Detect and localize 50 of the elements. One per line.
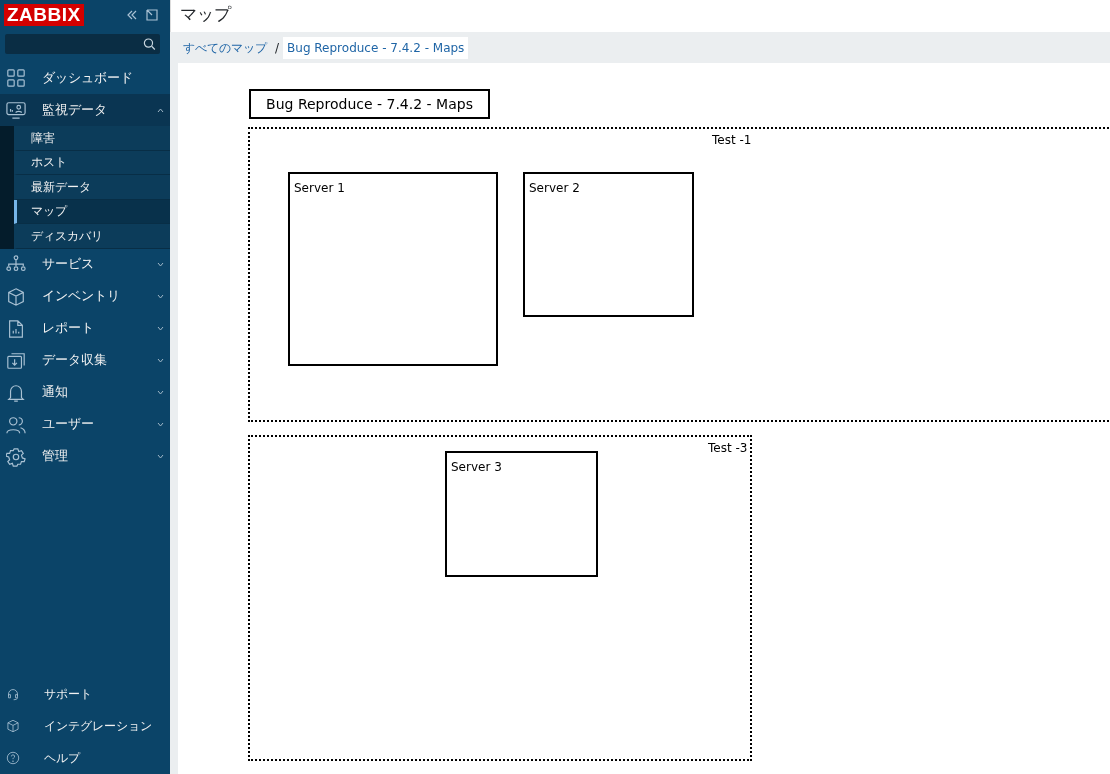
caret-icon — [157, 294, 164, 299]
headset-icon — [6, 687, 20, 701]
caret-icon — [157, 358, 164, 363]
bell-icon — [6, 382, 26, 403]
menu-item[interactable]: インベントリ — [0, 280, 170, 313]
caret-icon — [157, 390, 164, 395]
submenu-item[interactable]: 最新データ — [14, 175, 170, 200]
caret-icon — [157, 262, 164, 267]
report-icon — [6, 318, 26, 339]
menu-item[interactable]: 管理 — [0, 440, 170, 473]
submenu-item[interactable]: 障害 — [14, 126, 170, 151]
menu-item[interactable]: 監視データ — [0, 94, 170, 126]
menu-item[interactable]: ヘルプ — [0, 742, 170, 774]
breadcrumb-link[interactable]: すべてのマップ — [179, 36, 271, 59]
grid-icon — [6, 68, 26, 88]
caret-icon — [157, 454, 164, 459]
caret-icon — [157, 107, 164, 113]
caret-icon — [157, 422, 164, 427]
cube-icon — [6, 719, 20, 733]
cube-icon — [6, 286, 26, 307]
caret-icon — [157, 326, 164, 331]
menu-item[interactable]: サービス — [0, 248, 170, 281]
search-field[interactable] — [5, 34, 160, 54]
users-icon — [6, 414, 26, 435]
menu-item[interactable]: インテグレーション — [0, 710, 170, 742]
monitor-icon — [6, 100, 26, 120]
submenu-item[interactable]: ディスカバリ — [14, 224, 170, 249]
host-label: Server 3 — [451, 460, 502, 474]
breadcrumb-separator: / — [275, 39, 280, 57]
download-icon — [6, 350, 26, 371]
settings-icon — [6, 446, 26, 467]
submenu-item[interactable]: ホスト — [14, 150, 170, 175]
menu-item[interactable]: ダッシュボード — [0, 62, 170, 94]
help-icon — [6, 751, 20, 765]
frame-label: Test -1 — [712, 132, 752, 149]
map-title: Bug Reproduce - 7.4.2 - Maps — [249, 89, 490, 119]
host-label: Server 1 — [294, 181, 345, 195]
menu-item[interactable]: レポート — [0, 312, 170, 345]
frame-label: Test -3 — [708, 440, 748, 457]
collapse-icon[interactable] — [126, 9, 138, 21]
host-label: Server 2 — [529, 181, 580, 195]
menu-item[interactable]: ユーザー — [0, 408, 170, 441]
menu-item[interactable]: 通知 — [0, 376, 170, 409]
menu-item[interactable]: データ収集 — [0, 344, 170, 377]
menu-item[interactable]: サポート — [0, 678, 170, 710]
submenu-item[interactable]: マップ — [14, 199, 170, 224]
expand-icon[interactable] — [146, 9, 158, 21]
search-icon[interactable] — [143, 37, 156, 51]
breadcrumb-link[interactable]: Bug Reproduce - 7.4.2 - Maps — [283, 36, 469, 59]
logo[interactable]: ZABBIX — [4, 4, 84, 26]
